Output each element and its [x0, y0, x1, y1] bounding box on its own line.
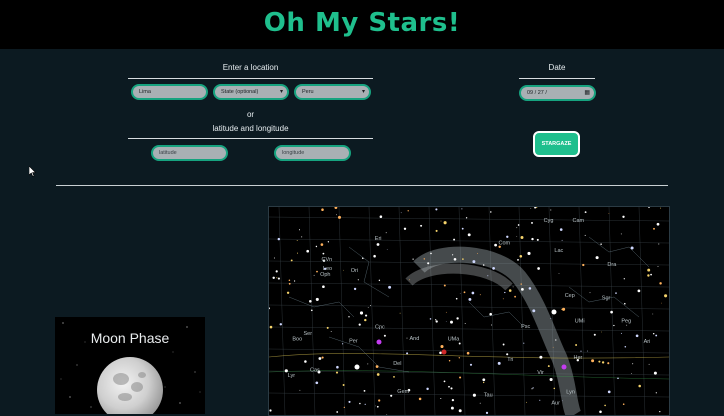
app-title: Oh My Stars!	[263, 8, 461, 38]
country-select[interactable]: Peru ▾	[294, 84, 371, 100]
constellation-label: Oph	[320, 272, 330, 278]
constellation-label: Ari	[644, 339, 651, 345]
constellation-label: Vir	[537, 370, 544, 376]
stargaze-button[interactable]: STARGAZE	[533, 131, 580, 157]
city-input-value: Lima	[139, 89, 151, 95]
latlon-label: latitude and longitude	[212, 124, 289, 133]
star-map[interactable]: Cam Cep UMi Dra UMa Lyn Cas And Lac Cyg Her Boo CVn L…	[268, 206, 670, 416]
state-select-value: State (optional)	[221, 89, 259, 95]
date-input[interactable]: 09 / 27 / ▦	[519, 85, 596, 101]
country-select-value: Peru	[302, 89, 314, 95]
constellation-label: Cep	[565, 293, 575, 299]
constellation-label: CVn	[322, 257, 333, 263]
or-label: or	[246, 110, 255, 119]
chevron-down-icon: ▾	[361, 89, 365, 95]
date-value: 09 / 27 /	[527, 90, 547, 96]
constellation-label: Ori	[351, 268, 358, 274]
date-rule	[519, 78, 595, 79]
chevron-down-icon: ▾	[279, 89, 283, 95]
moon-phase-card: Moon Phase	[55, 317, 205, 414]
moon-image	[97, 357, 163, 414]
constellation-label: Gem	[397, 389, 409, 395]
longitude-placeholder: longitude	[282, 150, 305, 156]
constellation-label: Cnc	[375, 324, 385, 330]
constellation-label: Tau	[484, 392, 493, 398]
latitude-placeholder: latitude	[159, 150, 177, 156]
moon-phase-title: Moon Phase	[90, 330, 170, 346]
constellation-label: Lyr	[288, 373, 296, 379]
city-input[interactable]: Lima	[131, 84, 208, 100]
constellation-label: Psc	[521, 324, 530, 330]
section-divider	[56, 185, 668, 186]
constellation-label: UMa	[448, 337, 461, 343]
constellation-label: Dra	[607, 262, 617, 268]
constellation-label: Del	[393, 361, 401, 367]
constellation-label: Sgr	[602, 296, 611, 302]
constellation-label: Lac	[554, 248, 563, 254]
constellation-label: Cam	[573, 218, 585, 224]
constellation-label: Boo	[292, 336, 302, 342]
mouse-cursor-icon	[29, 166, 37, 177]
state-select[interactable]: State (optional) ▾	[213, 84, 289, 100]
constellation-label: Eri	[375, 236, 382, 242]
constellation-label: UMi	[575, 319, 585, 325]
location-rule	[128, 78, 373, 79]
location-label: Enter a location	[222, 63, 279, 72]
constellation-label: Per	[349, 338, 358, 344]
longitude-input[interactable]: longitude	[274, 145, 351, 161]
star-map-canvas: Cam Cep UMi Dra UMa Lyn Cas And Lac Cyg Her Boo CVn L…	[269, 207, 669, 415]
constellation-label: Her	[574, 355, 583, 361]
latlon-rule	[128, 138, 373, 139]
constellation-label: And	[410, 336, 420, 342]
constellation-label: Cyg	[544, 218, 554, 224]
calendar-icon: ▦	[584, 90, 590, 96]
latitude-input[interactable]: latitude	[151, 145, 228, 161]
constellation-label: Peg	[621, 318, 631, 324]
constellation-label: Com	[499, 241, 511, 247]
app-header: Oh My Stars!	[0, 0, 724, 49]
constellation-label: Aur	[551, 401, 560, 407]
date-label: Date	[548, 63, 566, 72]
constellation-label: Tri	[507, 357, 513, 363]
constellation-label: Cas	[310, 368, 320, 374]
constellation-label: Ser	[304, 331, 313, 337]
constellation-label: Lyn	[566, 390, 575, 396]
